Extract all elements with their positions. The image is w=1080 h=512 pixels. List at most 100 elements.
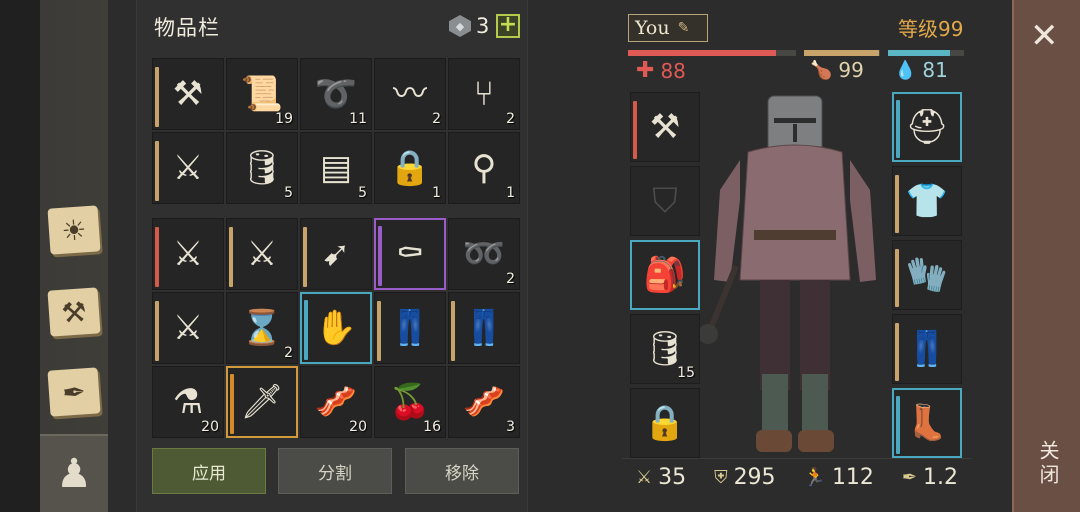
- inventory-slot[interactable]: 🥓 3: [448, 366, 520, 438]
- equipment-slot[interactable]: 🎒: [630, 240, 700, 310]
- inventory-slot[interactable]: ⚗ 20: [152, 366, 224, 438]
- inventory-slot[interactable]: ✋: [300, 292, 372, 364]
- attack-stat: ⚔ 35: [636, 465, 686, 490]
- backpack-icon: 🎒: [643, 255, 687, 295]
- equipment-slot[interactable]: 👖: [892, 314, 962, 384]
- inventory-grid-bottom: ⚔ ⚔ ➹ ⚰ ➿ 2 ⚔ ⌛ 2 ✋ 👖 👖 ⚗ 20 🗡 🥓 20 🍒 16 🥓 3: [152, 218, 520, 438]
- durability-bar: [896, 396, 900, 454]
- helmet-icon: ⛑: [905, 107, 949, 147]
- tab-skills[interactable]: ☀: [44, 200, 104, 260]
- inventory-slot[interactable]: ⚲ 1: [448, 132, 520, 204]
- inventory-slot[interactable]: ▤ 5: [300, 132, 372, 204]
- running-icon: 🏃: [803, 467, 826, 488]
- inventory-slot[interactable]: 🗡: [226, 366, 298, 438]
- durability-bar: [229, 227, 233, 287]
- item-count: 3: [506, 419, 515, 435]
- inventory-slot[interactable]: ⑂ 2: [448, 58, 520, 130]
- item-count: 2: [284, 345, 293, 361]
- remove-button[interactable]: 移除: [405, 448, 519, 494]
- durability-bar: [155, 67, 159, 127]
- tab-recipes[interactable]: ✒: [44, 362, 104, 422]
- health-bar-fill: [628, 50, 776, 56]
- shield-icon: ⛉: [652, 181, 678, 221]
- durability-bar: [155, 227, 159, 287]
- inventory-slot[interactable]: ⚔: [152, 132, 224, 204]
- close-panel[interactable]: [1012, 0, 1080, 512]
- item-count: 5: [284, 185, 293, 201]
- close-label[interactable]: 关闭: [1034, 440, 1063, 488]
- attack-value: 35: [658, 465, 687, 490]
- inventory-slot[interactable]: ➰ 11: [300, 58, 372, 130]
- barrel-icon: 🛢: [240, 148, 284, 188]
- speed-stat: 🏃 112: [804, 465, 874, 490]
- shield-icon: ⛨: [714, 467, 728, 488]
- pants-icon: 👖: [905, 329, 949, 369]
- equipment-slot[interactable]: 👕: [892, 166, 962, 236]
- durability-bar: [303, 227, 307, 287]
- speed-value: 112: [831, 465, 874, 490]
- equipment-slot[interactable]: 👢: [892, 388, 962, 458]
- inventory-slot[interactable]: ⚒: [152, 58, 224, 130]
- item-count: 1: [432, 185, 441, 201]
- edit-name-icon[interactable]: ✎: [678, 20, 690, 36]
- gloves-icon: 🧤: [905, 255, 949, 295]
- armor-stat: ⛨ 295: [714, 465, 776, 490]
- inventory-slot[interactable]: ⚔: [152, 292, 224, 364]
- apply-button[interactable]: 应用: [152, 448, 266, 494]
- inventory-grid-top: ⚒ 📜 19 ➰ 11 〰 2 ⑂ 2 ⚔ 🛢 5 ▤ 5 🔒 1 ⚲ 1: [152, 58, 520, 204]
- tab-inventory[interactable]: ♟: [40, 434, 108, 512]
- inventory-slot[interactable]: ⚰: [374, 218, 446, 290]
- inventory-slot[interactable]: ➿ 2: [448, 218, 520, 290]
- combat-stats: ⚔ 35 ⛨ 295 🏃 112 ✒ 1.2: [622, 458, 972, 496]
- inventory-slot[interactable]: 〰 2: [374, 58, 446, 130]
- equipment-left: ⚒ ⛉ 🎒 🛢 15 🔒: [630, 92, 700, 458]
- equipment-slot[interactable]: 🧤: [892, 240, 962, 310]
- inventory-slot[interactable]: 👖: [448, 292, 520, 364]
- hero-name-box[interactable]: You ✎: [628, 14, 708, 42]
- equipment-slot[interactable]: 🔒: [630, 388, 700, 458]
- fiber-icon: 〰: [393, 74, 427, 114]
- item-count: 20: [349, 419, 367, 435]
- item-count: 5: [358, 185, 367, 201]
- tab-crafting[interactable]: ⚒: [44, 282, 104, 342]
- quill-scroll-icon: ✒: [47, 367, 101, 417]
- inventory-slot[interactable]: 🔒 1: [374, 132, 446, 204]
- equipment-slot[interactable]: ⛉: [630, 166, 700, 236]
- inventory-title: 物品栏: [154, 16, 220, 40]
- inventory-slot[interactable]: 📜 19: [226, 58, 298, 130]
- crossbow-icon: ➹: [321, 234, 351, 274]
- dagger-icon: 🗡: [240, 382, 284, 422]
- add-slots-button[interactable]: +: [496, 14, 520, 38]
- item-count: 2: [506, 111, 515, 127]
- sword-icon: ⚔: [172, 308, 204, 348]
- inventory-slot[interactable]: 👖: [374, 292, 446, 364]
- water-stat: 💧 81: [894, 58, 948, 82]
- weight-stat: ✒ 1.2: [902, 465, 958, 490]
- durability-bar: [155, 301, 159, 361]
- character-icon: ♟: [56, 451, 92, 497]
- split-button[interactable]: 分割: [278, 448, 392, 494]
- item-count: 11: [349, 111, 367, 127]
- sidebar-strip: [0, 0, 40, 512]
- close-icon[interactable]: ✕: [1030, 16, 1059, 56]
- inventory-slot[interactable]: 🍒 16: [374, 366, 446, 438]
- character-model: [700, 95, 876, 452]
- potion-icon: ⚗: [172, 382, 204, 422]
- spoon-icon: ⚲: [471, 148, 497, 188]
- equipment-slot[interactable]: ⛑: [892, 92, 962, 162]
- hunger-stat: 🍗 99: [810, 58, 864, 82]
- inventory-slot[interactable]: 🛢 5: [226, 132, 298, 204]
- inventory-slot[interactable]: ➹: [300, 218, 372, 290]
- equipment-slot[interactable]: 🛢 15: [630, 314, 700, 384]
- lock-icon: 🔒: [643, 403, 687, 443]
- inventory-slot[interactable]: 🥓 20: [300, 366, 372, 438]
- scythe-icon: ⚰: [395, 234, 425, 274]
- durability-bar: [895, 175, 899, 233]
- hammer-icon: ⚒: [47, 287, 101, 337]
- inventory-slot[interactable]: ⌛ 2: [226, 292, 298, 364]
- rope-icon: ➿: [462, 234, 506, 274]
- inventory-slot[interactable]: ⚔: [152, 218, 224, 290]
- meat-icon: 🥓: [314, 382, 358, 422]
- inventory-slot[interactable]: ⚔: [226, 218, 298, 290]
- equipment-slot[interactable]: ⚒: [630, 92, 700, 162]
